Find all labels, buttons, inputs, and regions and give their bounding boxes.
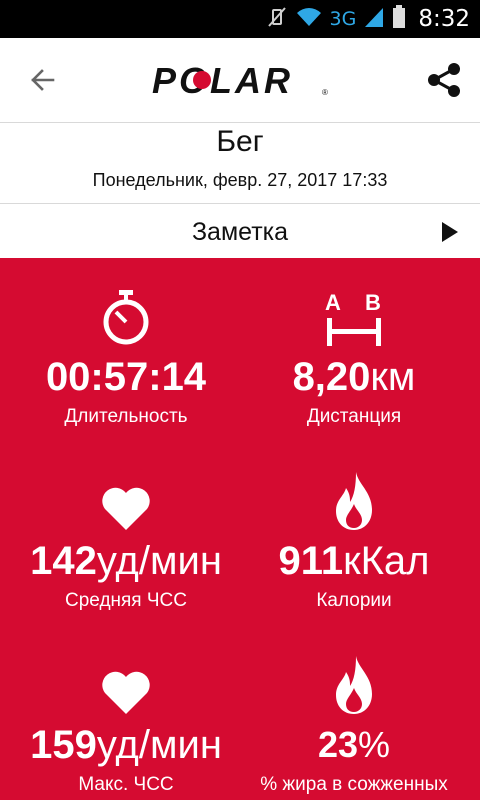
share-icon — [428, 63, 460, 97]
battery-icon — [392, 4, 406, 34]
status-bar: 3G 8:32 — [0, 0, 480, 38]
max-hr-value: 159уд/мин — [30, 723, 222, 767]
stat-calories: 911кКал Калории — [234, 466, 474, 612]
app-bar: POLAR ® — [0, 38, 480, 123]
stat-distance: A B 8,20км Дистанция — [234, 282, 474, 428]
flame-icon — [336, 472, 372, 530]
stat-fat-percent: 23% % жира в сожженных — [234, 650, 474, 796]
avg-hr-label: Средняя ЧСС — [65, 590, 187, 611]
stopwatch-icon — [103, 290, 149, 345]
activity-title: Бег — [216, 125, 264, 158]
wifi-icon — [296, 6, 322, 33]
duration-value: 00:57:14 — [45, 355, 207, 399]
avg-hr-value: 142уд/мин — [30, 539, 222, 583]
distance-ab-icon: A B — [325, 290, 381, 346]
polar-logo: POLAR ® — [150, 64, 330, 98]
calories-value: 911кКал — [278, 539, 430, 583]
back-arrow-icon — [31, 69, 55, 91]
stat-avg-hr: 142уд/мин Средняя ЧСС — [6, 466, 246, 612]
status-icons: 3G 8:32 — [266, 4, 470, 34]
max-hr-label: Макс. ЧСС — [78, 774, 174, 795]
network-type: 3G — [329, 8, 357, 30]
fat-percent-value: 23% — [317, 724, 391, 765]
svg-text:B: B — [365, 290, 381, 315]
back-button[interactable] — [22, 60, 62, 100]
logo-text: POLAR — [152, 64, 293, 98]
fat-percent-label: % жира в сожженных — [260, 774, 448, 795]
flame-icon — [336, 656, 372, 714]
distance-label: Дистанция — [306, 406, 402, 427]
svg-text:A: A — [325, 290, 341, 315]
svg-text:®: ® — [322, 88, 328, 97]
duration-label: Длительность — [64, 406, 188, 427]
clock: 8:32 — [418, 6, 470, 32]
play-arrow-icon — [442, 222, 458, 242]
heart-icon — [102, 671, 150, 714]
stat-duration: 00:57:14 Длительность — [6, 282, 246, 428]
share-button[interactable] — [422, 58, 466, 102]
distance-value: 8,20км — [292, 355, 416, 399]
vibrate-off-icon — [266, 6, 288, 33]
stats-panel: 00:57:14 Длительность A B 8,20км Дистанц… — [0, 258, 480, 800]
activity-datetime: Понедельник, февр. 27, 2017 17:33 — [92, 170, 388, 190]
stat-max-hr: 159уд/мин Макс. ЧСС — [6, 650, 246, 796]
signal-icon — [364, 6, 384, 33]
note-row[interactable]: Заметка — [0, 204, 480, 258]
activity-header: Бег Понедельник, февр. 27, 2017 17:33 — [0, 123, 480, 204]
note-label: Заметка — [191, 218, 289, 246]
calories-label: Калории — [316, 590, 392, 611]
heart-icon — [102, 487, 150, 530]
